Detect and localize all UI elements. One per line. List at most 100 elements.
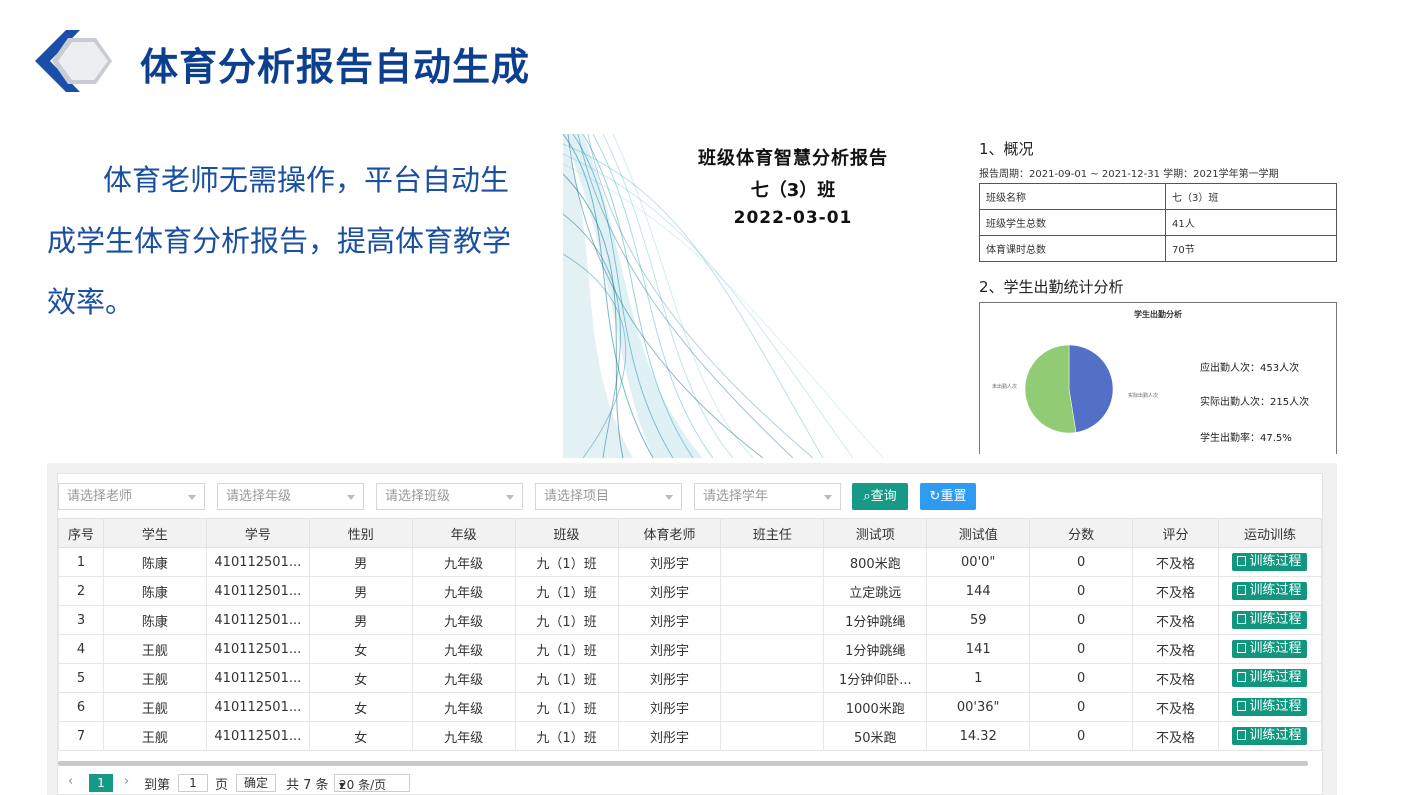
column-header[interactable]: 运动训练 [1217, 518, 1323, 548]
table-cell: 九（1）班 [514, 692, 619, 722]
column-header[interactable]: 学号 [205, 518, 310, 548]
training-process-button[interactable]: 训练过程 [1232, 640, 1308, 658]
grade-select[interactable]: 请选择年级 [217, 483, 364, 510]
table-cell: 不及格 [1132, 634, 1219, 664]
column-header[interactable]: 班级 [514, 518, 619, 548]
training-process-label: 训练过程 [1249, 728, 1302, 743]
table-cell [720, 634, 825, 664]
table-cell: 410112501... [205, 721, 310, 751]
table-row: 4 王舰 410112501... 女九年级 九（1）班 刘彤宇 1分钟跳绳 141 0 不及格 训… [58, 634, 1323, 664]
table-row: 7 王舰 410112501... 女九年级 九（1）班 刘彤宇 50米跑 14.32 0 不及格… [58, 721, 1323, 751]
year-select[interactable]: 请选择学年 [694, 483, 841, 510]
column-header[interactable]: 测试项 [823, 518, 928, 548]
chevron-down-icon [347, 495, 355, 500]
table-cell: 训练过程 [1217, 721, 1323, 751]
table-cell: 男 [308, 547, 413, 577]
column-header[interactable]: 序号 [58, 518, 104, 548]
query-button[interactable]: ⌕查询 [852, 483, 908, 510]
grid-container: 请选择老师 请选择年级 请选择班级 请选择项目 请选择学年 ⌕查询 ↻重置 序号… [47, 463, 1337, 795]
column-header[interactable]: 评分 [1132, 518, 1219, 548]
chevron-down-icon [506, 495, 514, 500]
table-cell: 女 [308, 721, 413, 751]
table-cell: 王舰 [102, 634, 207, 664]
column-header[interactable]: 分数 [1029, 518, 1134, 548]
teacher-select[interactable]: 请选择老师 [58, 483, 205, 510]
table-cell: 刘彤宇 [617, 576, 722, 606]
total-count: 共 7 条 [286, 778, 329, 793]
page-number-current[interactable]: 1 [89, 774, 113, 792]
training-process-button[interactable]: 训练过程 [1232, 553, 1308, 571]
table-cell: 王舰 [102, 663, 207, 693]
page-unit-label: 页 [215, 778, 229, 793]
table-cell: 1000米跑 [823, 692, 928, 722]
table-row: 5 王舰 410112501... 女九年级 九（1）班 刘彤宇 1分钟仰卧... 1 0 不及格… [58, 663, 1323, 693]
goto-confirm-button[interactable]: 确定 [236, 774, 276, 792]
table-cell: 九年级 [411, 692, 516, 722]
training-process-label: 训练过程 [1249, 583, 1302, 598]
column-header[interactable]: 性别 [308, 518, 413, 548]
chevron-down-icon [665, 495, 673, 500]
document-icon [1237, 672, 1247, 682]
table-cell: 陈康 [102, 576, 207, 606]
horizontal-scrollbar[interactable] [58, 761, 1308, 766]
training-process-button[interactable]: 训练过程 [1232, 611, 1308, 629]
reset-button[interactable]: ↻重置 [920, 483, 976, 510]
page-size-select[interactable]: 20 条/页 ▾ [334, 774, 410, 792]
table-cell [720, 576, 825, 606]
table-cell: 410112501... [205, 547, 310, 577]
table-header-row: 序号 学生 学号 性别 年级 班级 体育老师 班主任 测试项 测试值 分数 评分… [58, 518, 1323, 548]
page-title: 体育分析报告自动生成 [140, 45, 531, 89]
cover-class-name: 七（3）班 [750, 180, 836, 201]
training-process-button[interactable]: 训练过程 [1232, 582, 1308, 600]
overview-table: 班级名称 七（3）班 班级学生总数 41人 体育课时总数 70节 [979, 183, 1337, 262]
table-cell: 1分钟仰卧... [823, 663, 928, 693]
table-cell: 刘彤宇 [617, 721, 722, 751]
column-header[interactable]: 班主任 [720, 518, 825, 548]
pagination: ‹ 1 › 到第 1 页 确定 共 7 条 20 条/页 ▾ [58, 772, 1322, 795]
actual-attendance: 实际出勤人次：215人次 [1200, 397, 1310, 408]
table-cell: 女 [308, 692, 413, 722]
goto-page-input[interactable]: 1 [178, 774, 208, 792]
column-header[interactable]: 年级 [411, 518, 516, 548]
cover-date: 2022-03-01 [733, 208, 853, 228]
column-header[interactable]: 体育老师 [617, 518, 722, 548]
table-cell: 不及格 [1132, 721, 1219, 751]
table-cell: 5 [58, 663, 104, 693]
table-cell: 0 [1029, 634, 1134, 664]
table-cell: 50米跑 [823, 721, 928, 751]
column-header[interactable]: 学生 [102, 518, 207, 548]
table-cell: 九（1）班 [514, 634, 619, 664]
table-cell: 训练过程 [1217, 547, 1323, 577]
grid-panel: 请选择老师 请选择年级 请选择班级 请选择项目 请选择学年 ⌕查询 ↻重置 序号… [57, 473, 1323, 795]
reset-button-label: 重置 [940, 489, 967, 504]
table-cell: 刘彤宇 [617, 634, 722, 664]
prev-page-icon[interactable]: ‹ [68, 774, 73, 789]
table-cell [720, 721, 825, 751]
class-select[interactable]: 请选择班级 [376, 483, 523, 510]
training-process-button[interactable]: 训练过程 [1232, 698, 1308, 716]
table-cell [720, 692, 825, 722]
table-cell: 九年级 [411, 605, 516, 635]
chevron-down-icon [824, 495, 832, 500]
section-overview-title: 1、概况 [979, 140, 1034, 158]
training-process-button[interactable]: 训练过程 [1232, 669, 1308, 687]
table-cell: 0 [1029, 692, 1134, 722]
table-cell: 男 [308, 576, 413, 606]
caret-down-icon: ▾ [339, 778, 346, 792]
table-cell: 1分钟跳绳 [823, 634, 928, 664]
next-page-icon[interactable]: › [124, 774, 129, 789]
refresh-icon: ↻ [929, 489, 941, 504]
table-cell: 刘彤宇 [617, 547, 722, 577]
table-cell: 0 [1029, 547, 1134, 577]
table-cell: 800米跑 [823, 547, 928, 577]
item-select[interactable]: 请选择项目 [535, 483, 682, 510]
report-page: 1、概况 报告周期：2021-09-01 ~ 2021-12-31 学期：202… [979, 138, 1339, 454]
intro-text: 体育老师无需操作，平台自动生成学生体育分析报告，提高体育教学效率。 [47, 163, 512, 319]
table-cell: 立定跳远 [823, 576, 928, 606]
page-size-value: 20 条/页 [339, 778, 387, 792]
expected-attendance: 应出勤人次：453人次 [1200, 363, 1300, 374]
column-header[interactable]: 测试值 [926, 518, 1031, 548]
table-cell: 不及格 [1132, 663, 1219, 693]
table-cell: 59 [926, 605, 1031, 635]
training-process-button[interactable]: 训练过程 [1232, 727, 1308, 745]
